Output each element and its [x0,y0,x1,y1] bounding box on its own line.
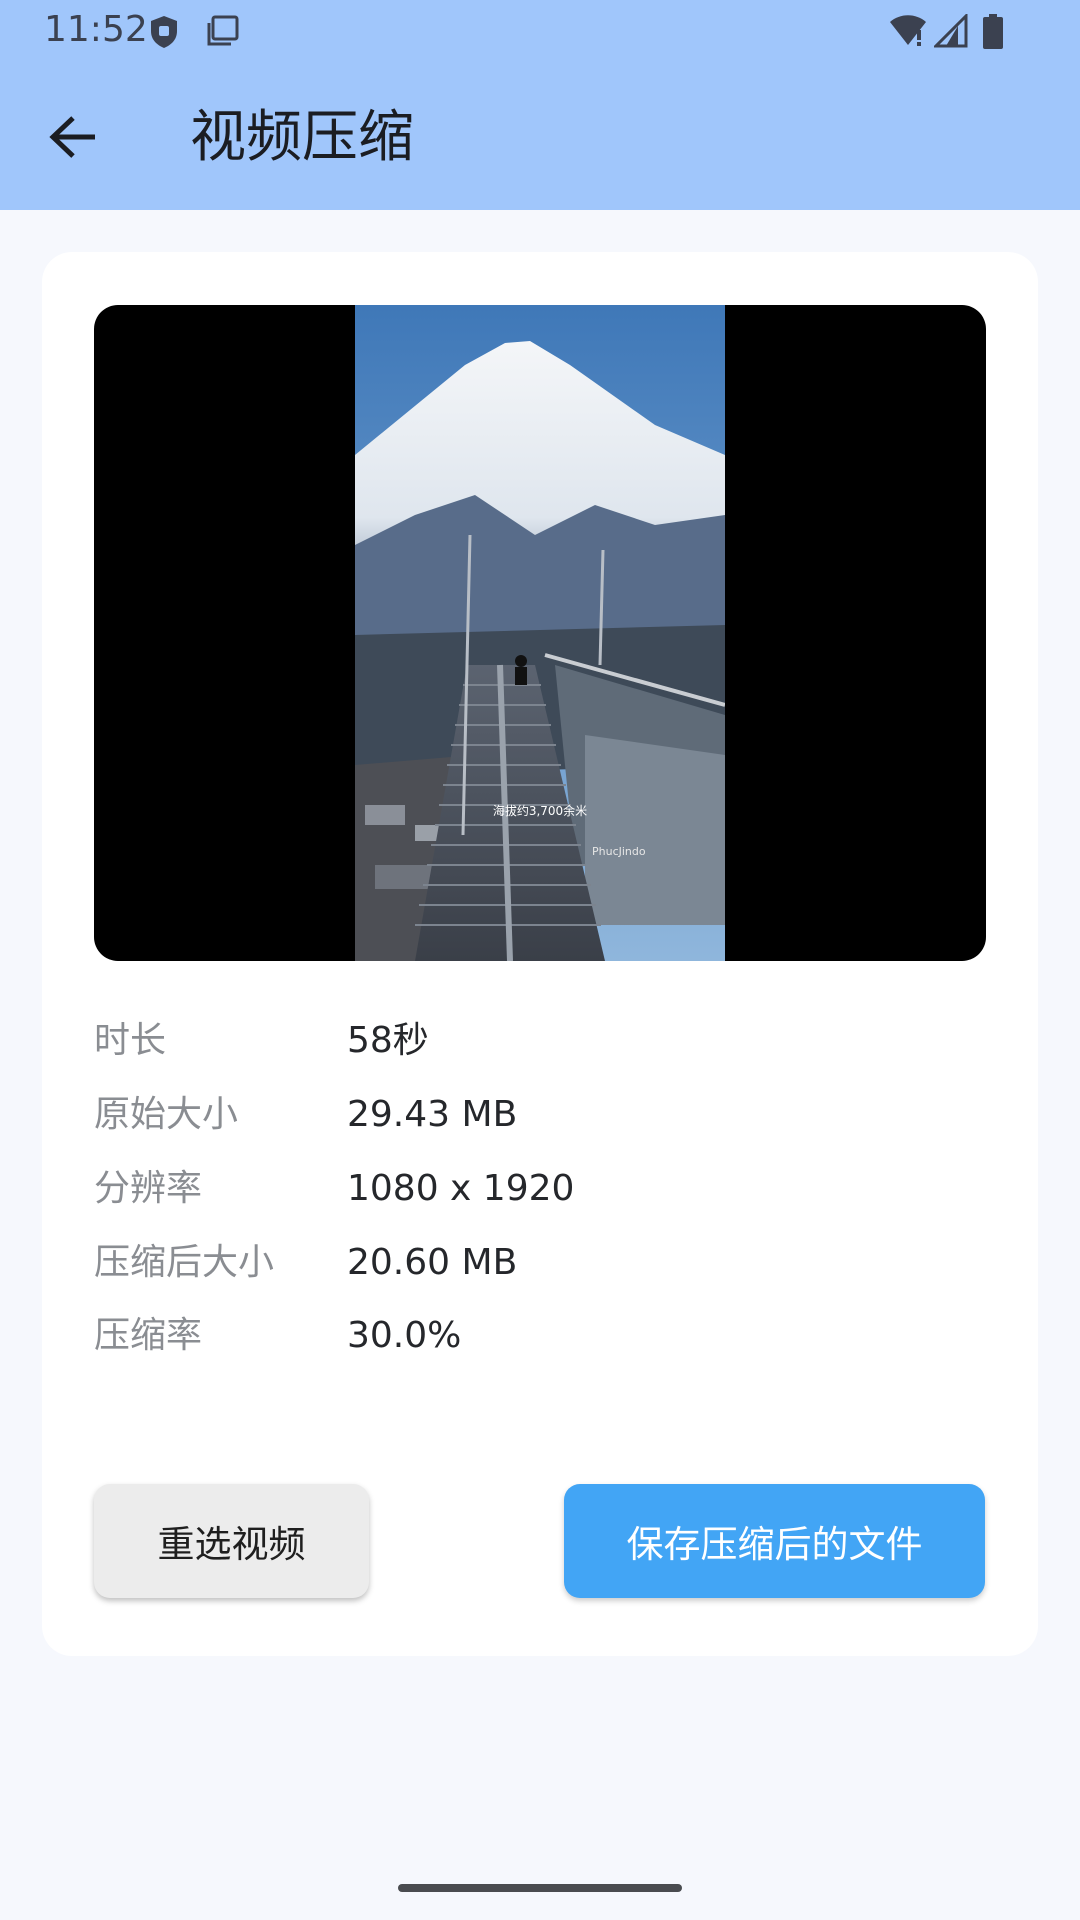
compression-ratio-value: 30.0% [347,1315,462,1356]
duration-value: 58秒 [347,1020,429,1061]
resolution-label: 分辨率 [94,1168,203,1209]
home-indicator[interactable] [398,1884,682,1892]
status-time: 11:52 [44,9,148,50]
info-row-resolution: 分辨率 1080 x 1920 [94,1159,994,1219]
video-thumbnail: 海拔约3,700余米 PhucJindo [355,305,725,961]
resolution-value: 1080 x 1920 [347,1168,575,1209]
info-row-duration: 时长 58秒 [94,1011,994,1071]
arrow-back-icon [47,113,99,165]
compression-ratio-label: 压缩率 [94,1315,203,1356]
status-bar: 11:52 [0,0,1080,64]
shield-icon [148,14,180,54]
battery-icon [982,14,1004,54]
save-compressed-file-button[interactable]: 保存压缩后的文件 [564,1484,985,1598]
original-size-label: 原始大小 [94,1094,239,1135]
info-row-compressed-size: 压缩后大小 20.60 MB [94,1233,994,1293]
original-size-value: 29.43 MB [347,1094,518,1135]
info-row-original-size: 原始大小 29.43 MB [94,1085,994,1145]
compressed-size-value: 20.60 MB [347,1242,518,1283]
info-row-compression-ratio: 压缩率 30.0% [94,1306,994,1366]
screenshot-icon [206,14,240,52]
duration-label: 时长 [94,1020,167,1061]
page-title: 视频压缩 [190,105,414,170]
video-watermark: PhucJindo [592,845,646,858]
video-caption: 海拔约3,700余米 [493,803,587,818]
reselect-video-button[interactable]: 重选视频 [94,1484,369,1598]
back-button[interactable] [34,100,112,178]
compressed-size-label: 压缩后大小 [94,1242,275,1283]
app-bar: 视频压缩 [0,64,1080,210]
video-preview[interactable]: 海拔约3,700余米 PhucJindo [94,305,986,961]
wifi-icon [888,14,928,52]
signal-icon [932,12,968,52]
